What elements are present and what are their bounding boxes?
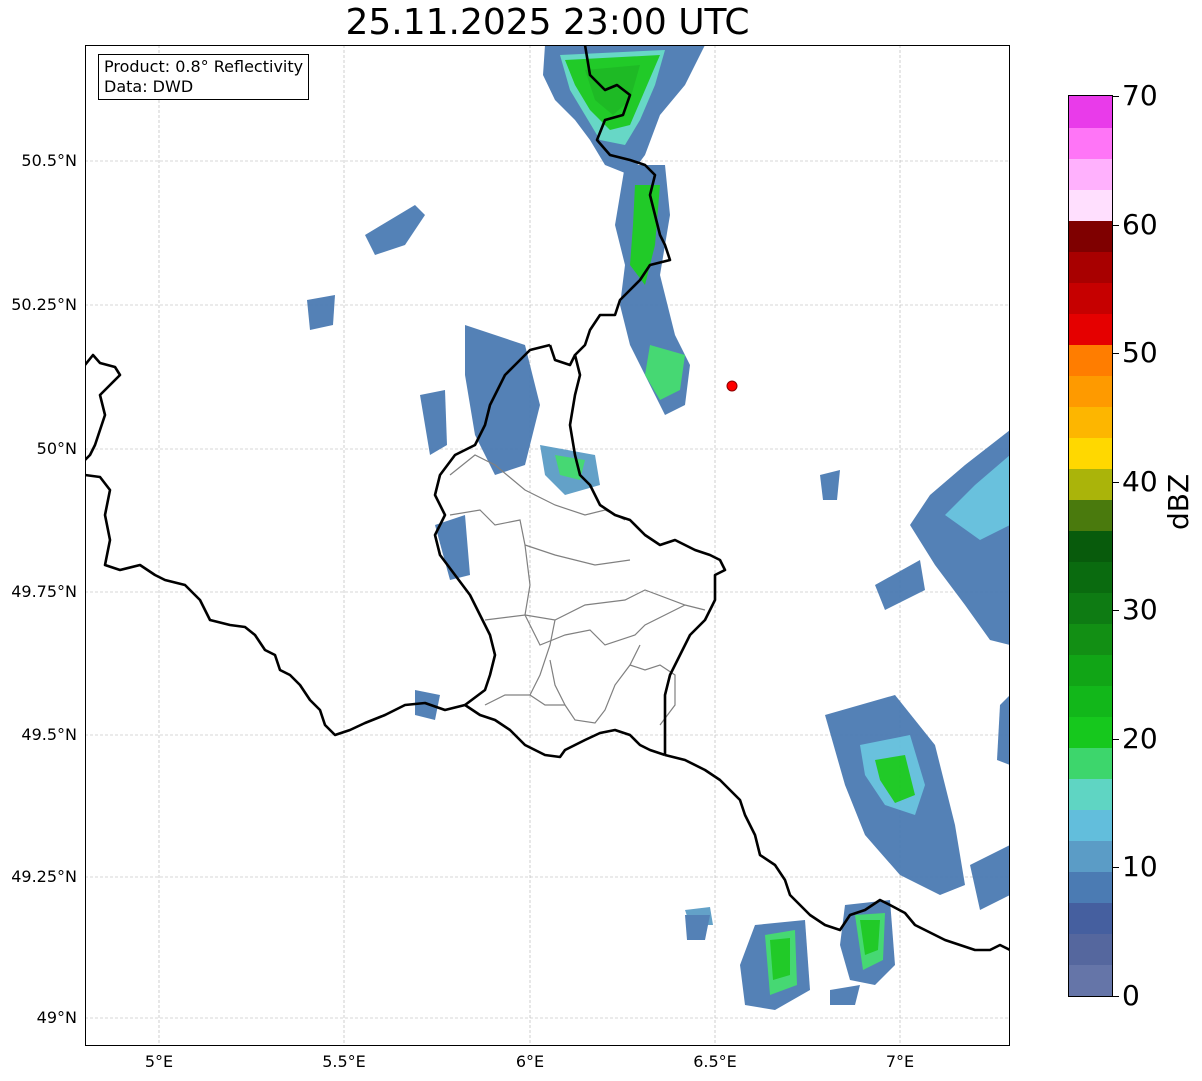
colorbar-tick [1113,481,1119,483]
colorbar-segment [1069,96,1112,128]
colorbar-segment [1069,220,1112,252]
colorbar-label: dBZ [1162,473,1195,530]
lon-tick-label: 6.5°E [693,1052,737,1071]
lat-tick-label: 49.5°N [21,725,77,744]
echo-s-cell-d [685,915,710,940]
map-svg [85,45,1010,1046]
echo-se-b [970,845,1010,910]
radar-site-marker [726,380,738,392]
colorbar-segment [1069,964,1112,997]
colorbar-tick [1113,867,1119,869]
echo-west-a [365,205,425,255]
echo-se-c [997,695,1010,765]
colorbar-tick [1113,610,1119,612]
colorbar-segment [1069,158,1112,190]
colorbar-tick [1113,738,1119,740]
colorbar-tick-label: 0 [1122,979,1140,1012]
colorbar-segment [1069,189,1112,221]
colorbar-segment [1069,623,1112,656]
echo-east-band [910,430,1010,645]
colorbar-segment [1069,654,1112,687]
colorbar-tick-label: 50 [1122,336,1158,370]
colorbar-segment [1069,530,1112,562]
lon-tick-label: 5.5°E [322,1052,366,1071]
echo-s-cell-a-core [770,938,790,980]
colorbar-segment [1069,902,1112,935]
colorbar-segment [1069,809,1112,842]
colorbar-segment [1069,344,1112,376]
colorbar-segment [1069,406,1112,438]
lon-tick-label: 7°E [885,1052,915,1071]
colorbar-tick [1113,224,1119,226]
colorbar-segment [1069,499,1112,531]
colorbar-segment [1069,437,1112,469]
colorbar-tick-label: 40 [1122,464,1158,498]
echo-west-b [307,295,335,330]
graticule [85,45,1010,1046]
echo-east-c [820,470,840,500]
colorbar-tick [1113,96,1119,97]
colorbar-segment [1069,375,1112,407]
colorbar-segment [1069,282,1112,314]
lat-tick-label: 50°N [36,439,77,458]
colorbar-tick [1113,353,1119,355]
colorbar-segment [1069,933,1112,966]
colorbar-segment [1069,685,1112,718]
colorbar-segment [1069,468,1112,500]
colorbar-segment [1069,716,1112,749]
lat-tick-label: 49°N [36,1008,77,1027]
map-area[interactable] [85,45,1010,1046]
colorbar-segment [1069,592,1112,625]
echo-west-d [420,390,447,455]
colorbar-tick-label: 10 [1122,850,1158,884]
lon-tick-label: 6°E [515,1052,545,1071]
lat-tick-label: 50.5°N [21,151,77,170]
lat-tick-label: 50.25°N [11,295,77,314]
colorbar-segment [1069,871,1112,904]
colorbar-tick [1113,996,1119,997]
colorbar-segment [1069,778,1112,811]
echo-s-cell-e [830,985,860,1005]
map-frame-border [85,45,1010,1046]
echo-west-c [465,325,540,475]
product-info-box: Product: 0.8° Reflectivity Data: DWD [98,54,310,100]
product-label: Product: 0.8° Reflectivity [104,57,304,76]
colorbar-tick-label: 30 [1122,593,1158,627]
radar-echoes [307,45,1010,1010]
colorbar-segment [1069,561,1112,594]
data-source-label: Data: DWD [104,77,194,96]
lon-tick-label: 5°E [144,1052,174,1071]
map-title: 25.11.2025 23:00 UTC [345,2,750,43]
colorbar-segment [1069,313,1112,345]
colorbar-tick-label: 60 [1122,207,1158,241]
colorbar-tick-label: 70 [1122,79,1158,112]
colorbar-tick-label: 20 [1122,721,1158,755]
colorbar-segment [1069,127,1112,159]
colorbar-segment [1069,840,1112,873]
colorbar-segment [1069,251,1112,283]
colorbar-segment [1069,747,1112,780]
lat-tick-label: 49.75°N [11,582,77,601]
lat-tick-label: 49.25°N [11,867,77,886]
colorbar [1068,95,1113,997]
